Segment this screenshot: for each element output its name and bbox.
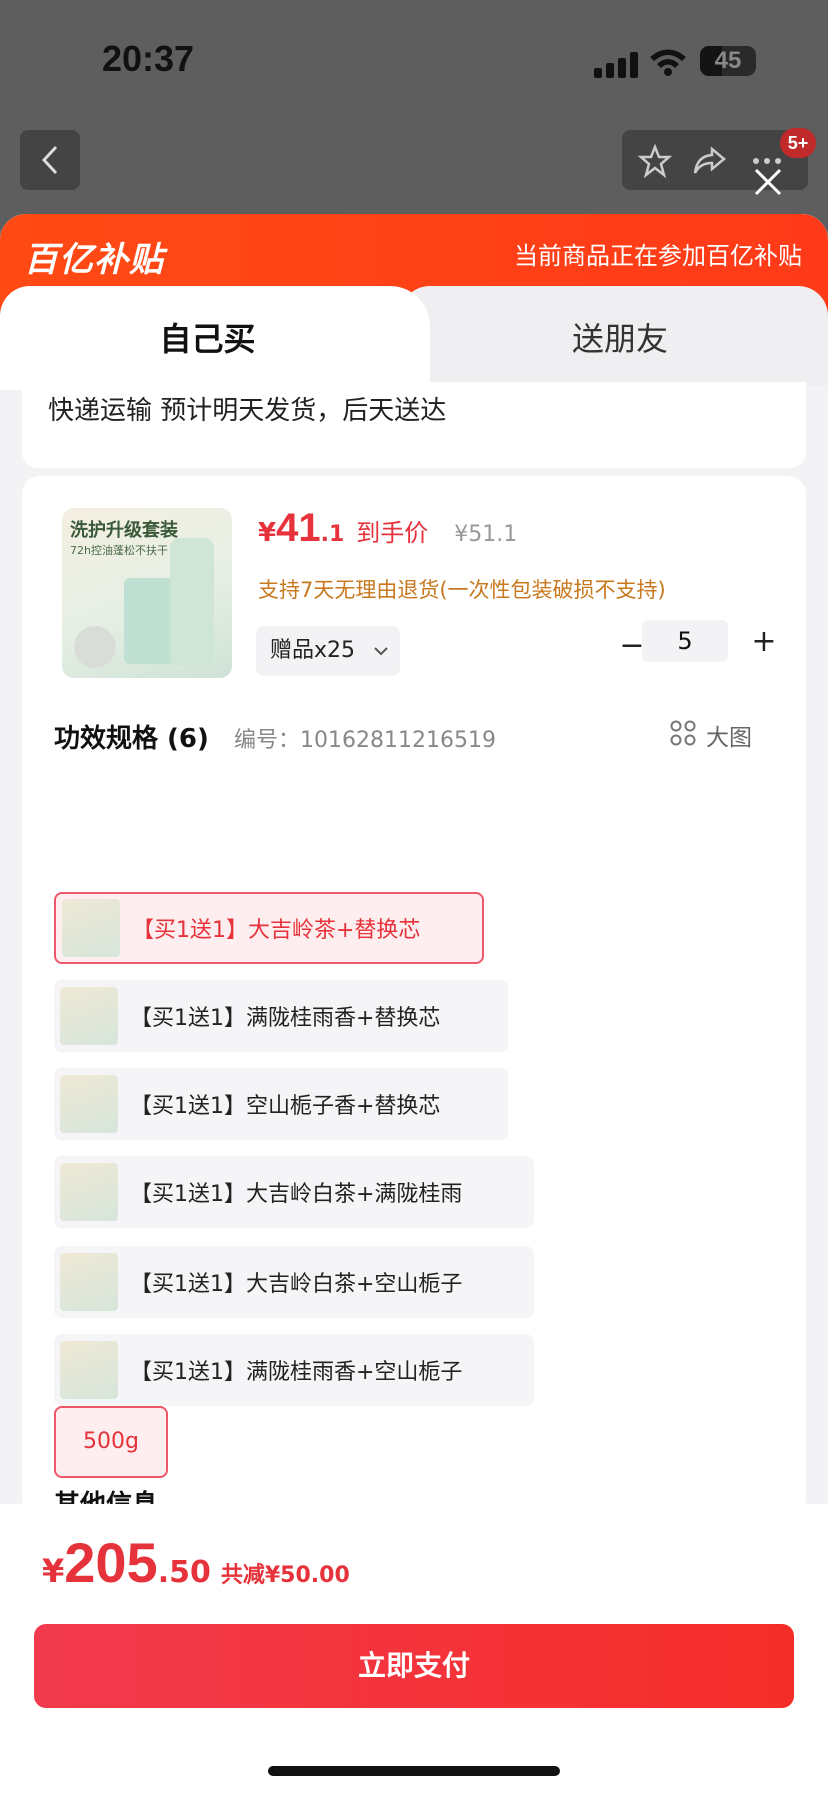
- product-code: 编号：10162811216519: [234, 728, 496, 753]
- option-label: 【买1送1】大吉岭白茶+满陇桂雨: [130, 1182, 463, 1207]
- cellular-signal-icon: [594, 52, 638, 78]
- spec-option[interactable]: 【买1送1】空山栀子香+替换芯: [54, 1068, 508, 1140]
- star-icon[interactable]: [638, 144, 672, 178]
- share-icon[interactable]: [692, 144, 726, 178]
- shipping-info: 快递运输 预计明天发货，后天送达: [48, 396, 447, 426]
- back-button[interactable]: [20, 130, 80, 190]
- big-image-label: 大图: [706, 725, 752, 751]
- spec-title: 功效规格 (6): [54, 724, 209, 754]
- option-label: 【买1送1】大吉岭茶+替换芯: [132, 918, 421, 943]
- status-time: 20:37: [102, 38, 195, 79]
- price-row: ¥ 41 .1 到手价 ¥51.1: [258, 506, 517, 552]
- product-image[interactable]: 洗护升级套装 72h控油蓬松不扶干: [62, 508, 232, 678]
- option-label: 【买1送1】空山栀子香+替换芯: [130, 1094, 441, 1119]
- battery-icon: 45: [700, 46, 756, 76]
- price-decimal: .1: [320, 522, 345, 547]
- option-thumbnail: [60, 987, 118, 1045]
- gift-label: 赠品x25: [270, 638, 356, 663]
- purchase-tabs: 自己买 送朋友: [0, 286, 828, 390]
- spec-option[interactable]: 【买1送1】满陇桂雨香+空山栀子: [54, 1334, 534, 1406]
- spec-option[interactable]: 【买1送1】大吉岭白茶+空山栀子: [54, 1246, 534, 1318]
- product-image-subtitle: 72h控油蓬松不扶干: [70, 544, 168, 557]
- return-policy: 支持7天无理由退货(一次性包装破损不支持): [258, 578, 666, 602]
- product-card: 洗护升级套装 72h控油蓬松不扶干 ¥ 41 .1 到手价 ¥51.1 支持7天…: [22, 476, 806, 1520]
- weight-option-chip[interactable]: 500g: [54, 1406, 168, 1478]
- option-thumbnail: [60, 1163, 118, 1221]
- original-price: ¥51.1: [454, 522, 518, 547]
- tab-self-label[interactable]: 自己买: [0, 314, 415, 360]
- total-decimal: .50: [157, 1555, 211, 1590]
- option-label: 【买1送1】满陇桂雨香+替换芯: [130, 1006, 441, 1031]
- chevron-left-icon: [41, 145, 58, 175]
- big-image-button[interactable]: 大图: [670, 718, 780, 752]
- option-label: 【买1送1】满陇桂雨香+空山栀子: [130, 1360, 463, 1385]
- chevron-down-icon: [374, 647, 388, 656]
- spec-option[interactable]: 【买1送1】大吉岭白茶+满陇桂雨: [54, 1156, 534, 1228]
- pay-now-button[interactable]: 立即支付: [34, 1624, 794, 1708]
- battery-level: 45: [714, 47, 742, 74]
- quantity-increase-button[interactable]: +: [744, 620, 784, 664]
- close-icon[interactable]: [752, 166, 784, 198]
- total-integer: 205: [64, 1531, 158, 1594]
- gift-dropdown[interactable]: 赠品x25: [256, 626, 400, 676]
- shipping-card: 快递运输 预计明天发货，后天送达: [22, 382, 806, 468]
- total-saving: 共减¥50.00: [220, 1563, 350, 1588]
- option-thumbnail: [60, 1253, 118, 1311]
- spec-option[interactable]: 【买1送1】满陇桂雨香+替换芯: [54, 980, 508, 1052]
- home-indicator: [268, 1766, 560, 1776]
- wifi-icon: [650, 49, 686, 76]
- price-integer: 41: [276, 506, 321, 550]
- subsidy-logo: 百亿补贴: [24, 240, 164, 280]
- total-price: ¥ 205 .50 共减¥50.00: [42, 1530, 350, 1595]
- status-bar: 20:37 45: [0, 0, 828, 120]
- spec-option[interactable]: 【买1送1】大吉岭茶+替换芯: [54, 892, 484, 964]
- notification-badge: 5+: [780, 128, 816, 158]
- option-thumbnail: [60, 1341, 118, 1399]
- final-price-label: 到手价: [356, 519, 429, 547]
- price-currency: ¥: [258, 518, 277, 548]
- grid-icon: [670, 720, 696, 746]
- quantity-input[interactable]: 5: [642, 620, 728, 662]
- option-thumbnail: [60, 1075, 118, 1133]
- total-currency: ¥: [42, 1552, 65, 1590]
- option-thumbnail: [62, 899, 120, 957]
- tab-gift-label[interactable]: 送朋友: [430, 314, 810, 360]
- subsidy-notice: 当前商品正在参加百亿补贴: [514, 242, 802, 270]
- option-label: 【买1送1】大吉岭白茶+空山栀子: [130, 1272, 463, 1297]
- product-image-title: 洗护升级套装: [70, 520, 178, 541]
